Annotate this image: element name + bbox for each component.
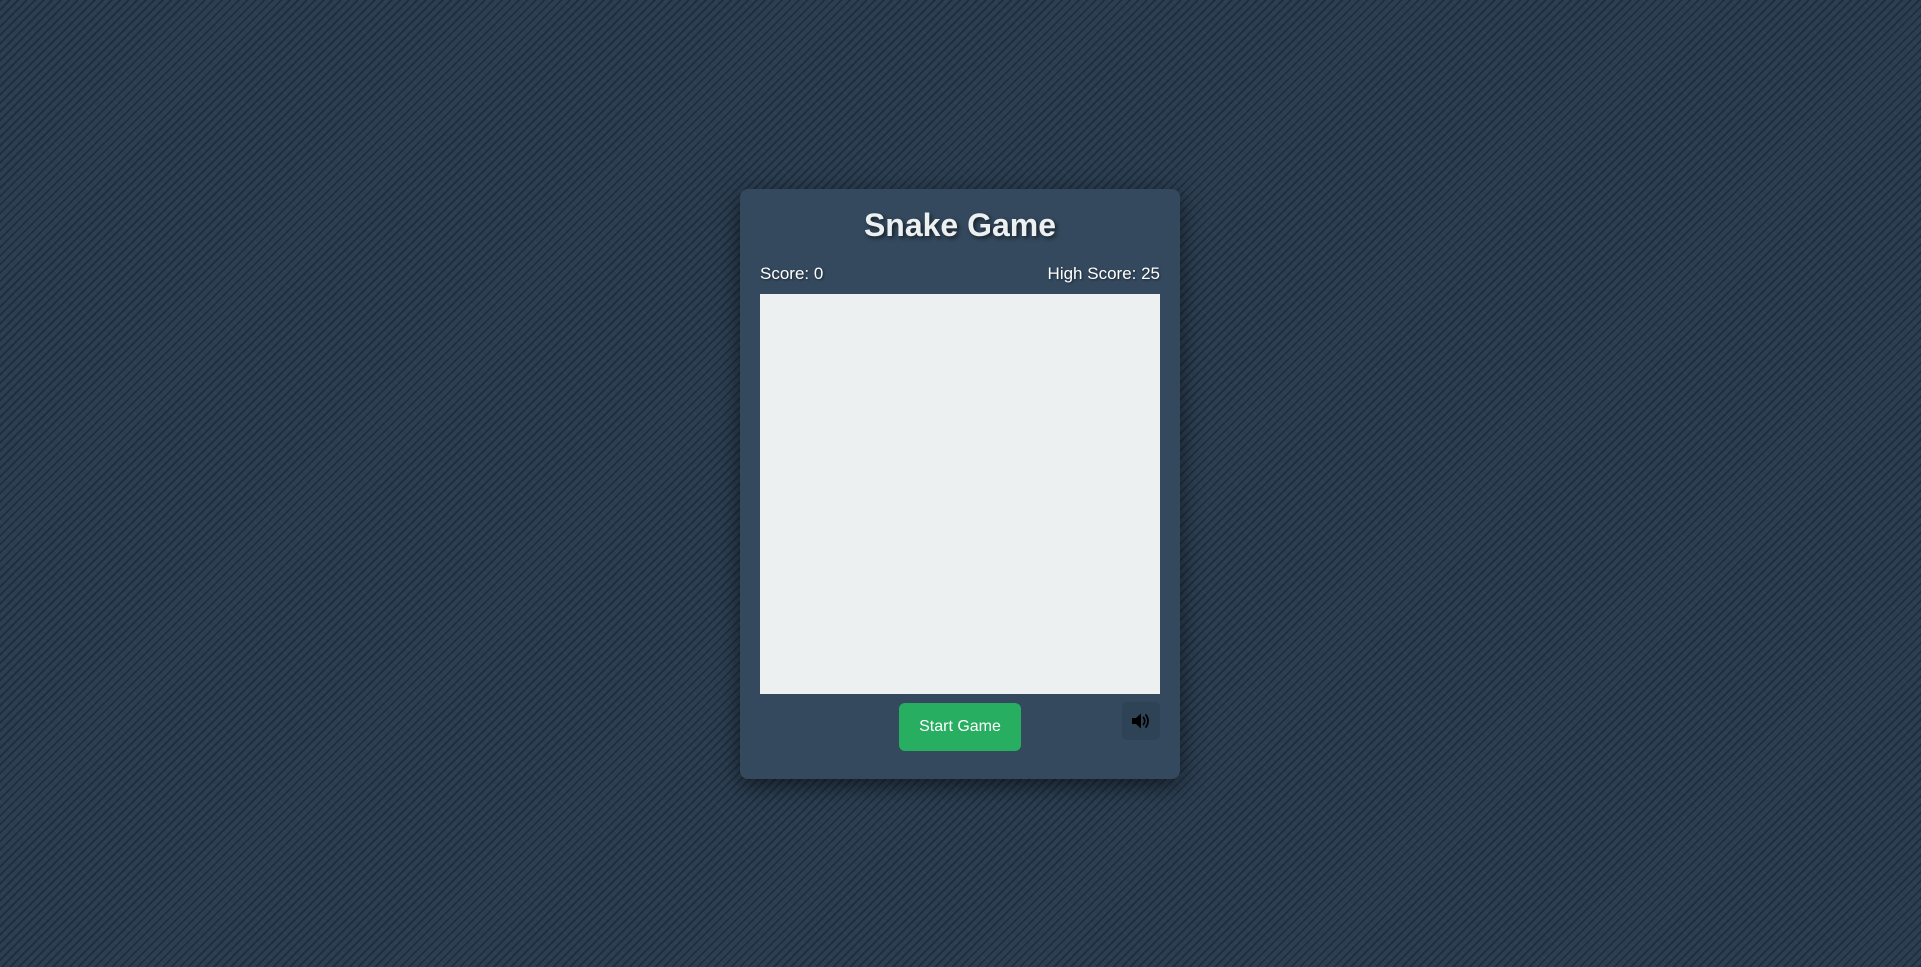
game-panel: Snake Game Score: 0 High Score: 25 Start… <box>740 189 1180 779</box>
score-display: Score: 0 <box>760 264 824 283</box>
high-score-display: High Score: 25 <box>1047 264 1160 283</box>
score-bar: Score: 0 High Score: 25 <box>760 264 1160 284</box>
game-title: Snake Game <box>863 207 1057 243</box>
game-board[interactable] <box>760 294 1160 694</box>
start-game-button[interactable]: Start Game <box>899 703 1021 751</box>
speaker-volume-icon <box>1131 712 1151 730</box>
sound-toggle-button[interactable] <box>1122 702 1160 740</box>
